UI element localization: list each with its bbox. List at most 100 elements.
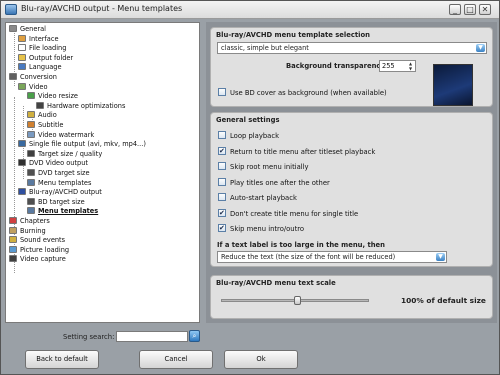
general-option[interactable]: Don't create title menu for single title <box>218 208 358 219</box>
maximize-button[interactable]: □ <box>464 4 476 15</box>
general-option[interactable]: Play titles one after the other <box>218 177 330 188</box>
picture-icon <box>9 245 17 253</box>
tree-item[interactable]: DVD target size <box>27 168 90 178</box>
tree-item-label: Hardware optimizations <box>47 101 126 110</box>
slider-thumb[interactable] <box>294 296 302 305</box>
tree-item[interactable]: Menu templates <box>27 178 91 188</box>
minimize-button[interactable]: _ <box>449 4 461 15</box>
tree-item[interactable]: Sound events <box>9 235 65 245</box>
tree-item-label: Video <box>29 82 48 91</box>
tree-item[interactable]: Subtitle <box>27 120 63 130</box>
tree-item-label: Language <box>29 63 62 72</box>
general-option[interactable]: Skip menu intro/outro <box>218 223 305 234</box>
tree-item[interactable]: File loading <box>18 43 66 53</box>
option-label: Play titles one after the other <box>230 178 330 187</box>
general-option[interactable]: Loop playback <box>218 131 279 141</box>
general-option[interactable]: Skip root menu initially <box>218 162 309 172</box>
transparency-spinner[interactable]: 255 ▲ ▼ <box>379 60 416 72</box>
bd-cover-option[interactable]: Use BD cover as background (when availab… <box>218 88 387 98</box>
tree-item[interactable]: Video <box>18 82 47 92</box>
ok-button[interactable]: Ok <box>224 350 298 369</box>
speaker-icon <box>9 236 17 244</box>
close-button[interactable]: ✕ <box>479 4 491 15</box>
tree-item[interactable]: Target size / quality <box>27 149 102 159</box>
tree-item[interactable]: DVD Video output <box>18 158 88 168</box>
option-checkbox[interactable] <box>218 131 226 139</box>
globe-icon <box>18 63 26 71</box>
bd-cover-checkbox[interactable] <box>218 88 226 96</box>
option-label: Auto-start playback <box>230 194 297 202</box>
resize-icon <box>27 92 35 100</box>
tree-item[interactable]: General <box>9 24 46 34</box>
tree-item[interactable]: Menu templates <box>27 206 98 216</box>
general-option[interactable]: Return to title menu after titleset play… <box>218 146 375 157</box>
option-label: Skip menu intro/outro <box>230 225 305 233</box>
template-selection-group: Blu-ray/AVCHD menu template selection cl… <box>210 27 493 107</box>
film-icon <box>18 82 26 90</box>
template-preview-image <box>433 64 473 106</box>
text-label-combo[interactable]: Reduce the text (the size of the font wi… <box>217 251 447 263</box>
main-window: Blu-ray/AVCHD output - Menu templates _ … <box>0 0 500 375</box>
spinner-arrows-icon[interactable]: ▲ ▼ <box>406 61 415 71</box>
general-group-title: General settings <box>216 116 280 124</box>
cancel-button[interactable]: Cancel <box>139 350 213 369</box>
settings-panel: Blu-ray/AVCHD menu template selection cl… <box>206 22 497 323</box>
settings-tree: General Interface File loading Output folde… <box>5 22 200 323</box>
tree-item[interactable]: Blu-ray/AVCHD output <box>18 187 102 197</box>
option-label: Skip root menu initially <box>230 163 309 171</box>
tree-item-label: Subtitle <box>38 121 64 129</box>
speaker-icon <box>27 111 35 119</box>
tree-item[interactable]: Video capture <box>9 254 66 264</box>
gear-icon <box>9 73 17 80</box>
transparency-value: 255 <box>382 62 395 70</box>
tree-item[interactable]: Video watermark <box>27 130 94 140</box>
option-checkbox[interactable] <box>218 208 226 218</box>
search-input[interactable] <box>116 331 188 342</box>
tree-item[interactable]: Audio <box>27 110 57 120</box>
tree-item[interactable]: Video resize <box>27 91 78 101</box>
option-checkbox[interactable] <box>218 223 226 233</box>
file-video-icon <box>18 140 26 148</box>
option-label: Loop playback <box>230 132 280 140</box>
general-option[interactable]: Auto-start playback <box>218 193 297 203</box>
text-label-question: If a text label is too large in the menu… <box>217 241 386 249</box>
chevron-down-icon: ▼ <box>436 253 445 261</box>
tree-item-label: File loading <box>29 44 67 53</box>
tree-item-label: General <box>20 25 46 33</box>
tree-item[interactable]: Hardware optimizations <box>36 101 125 111</box>
tree-item[interactable]: Chapters <box>9 216 50 226</box>
tree-item-label: Video watermark <box>38 130 95 139</box>
scale-value-label: 100% of default size <box>401 296 486 305</box>
transparency-label: Background transparency <box>286 62 385 70</box>
tree-item[interactable]: BD target size <box>27 197 85 207</box>
bluray-icon <box>18 188 26 196</box>
general-settings-group: General settings Loop playback Return to … <box>210 112 493 267</box>
text-scale-slider[interactable] <box>221 296 369 305</box>
chevron-down-icon: ▼ <box>476 44 485 52</box>
option-checkbox[interactable] <box>218 146 226 156</box>
search-label: Setting search: <box>63 333 115 341</box>
tree-item-label: Audio <box>38 111 57 120</box>
tree-item[interactable]: Language <box>18 62 62 72</box>
tree-item-label: Video capture <box>20 255 66 264</box>
template-combo[interactable]: classic, simple but elegant ▼ <box>217 42 487 54</box>
option-checkbox[interactable] <box>218 193 226 201</box>
tree-item[interactable]: Output folder <box>18 53 73 63</box>
tree-item[interactable]: Interface <box>18 34 59 44</box>
tree-item-label: DVD target size <box>38 169 90 177</box>
flag-icon <box>9 217 17 224</box>
text-label-combo-value: Reduce the text (the size of the font wi… <box>221 253 396 261</box>
tree-item[interactable]: Conversion <box>9 72 57 82</box>
search-icon[interactable]: ⌕ <box>189 330 200 342</box>
option-checkbox[interactable] <box>218 162 226 170</box>
tree-item[interactable]: Single file output (avi, mkv, mp4...) <box>18 139 146 149</box>
tree-item-label: BD target size <box>38 197 85 206</box>
back-to-default-button[interactable]: Back to default <box>25 350 99 369</box>
file-icon <box>18 44 26 52</box>
tree-item[interactable]: Picture loading <box>9 245 69 255</box>
window-title: Blu-ray/AVCHD output - Menu templates <box>21 4 183 13</box>
chip-icon <box>36 101 44 109</box>
tree-item[interactable]: Burning <box>9 226 46 236</box>
option-checkbox[interactable] <box>218 177 226 186</box>
subtitle-icon <box>27 121 35 128</box>
